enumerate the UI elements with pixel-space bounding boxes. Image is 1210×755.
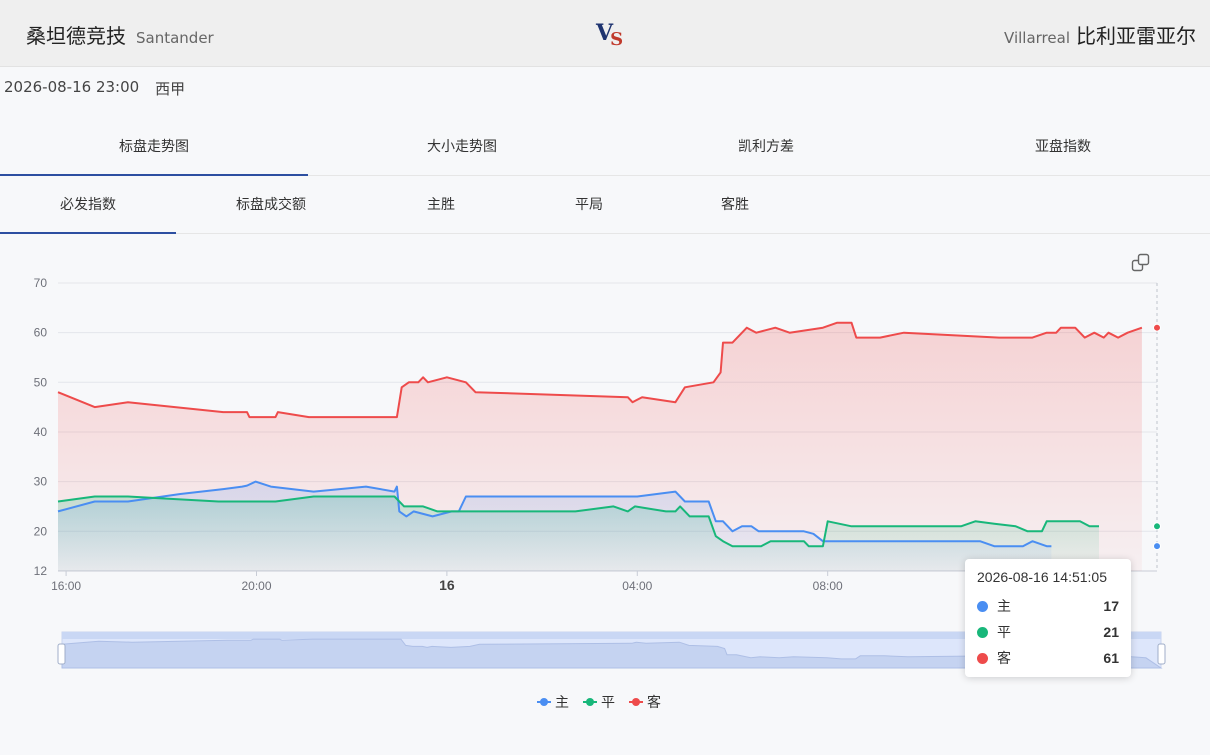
match-info: 2026-08-16 23:00 西甲 [4, 78, 185, 99]
x-tick-label: 16:00 [51, 579, 81, 593]
y-tick-label: 40 [34, 425, 48, 439]
tooltip-name-away: 客 [997, 651, 1011, 667]
tooltip-dot-draw [977, 626, 988, 638]
sub-tabs: 必发指数 标盘成交额 主胜 平局 客胜 [0, 177, 1210, 234]
y-tick-label: 30 [34, 475, 48, 489]
match-datetime: 2026-08-16 23:00 [4, 78, 140, 96]
tooltip-value-home: 17 [1103, 598, 1119, 614]
y-tick-label: 60 [34, 326, 48, 340]
away-team: Villarreal 比利亚雷亚尔 [1004, 20, 1196, 49]
home-team: 桑坦德竞技 Santander [26, 20, 214, 49]
y-tick-label: 50 [34, 375, 48, 389]
x-tick-label: 16 [439, 577, 455, 593]
slider-handle-left[interactable] [57, 643, 66, 665]
legend-marker-home [537, 697, 551, 707]
series-end-point [1153, 542, 1161, 551]
away-team-name-cn: 比利亚雷亚尔 [1076, 24, 1196, 48]
tooltip-row-home: 主 17 [977, 593, 1119, 619]
legend-item-away[interactable]: 客 [629, 692, 661, 712]
series-end-point [1153, 522, 1161, 531]
tooltip-value-away: 61 [1103, 650, 1119, 666]
tab-betfair-index[interactable]: 必发指数 [0, 177, 176, 234]
legend-item-home[interactable]: 主 [537, 692, 569, 712]
x-tick-label: 08:00 [813, 579, 843, 593]
tooltip-dot-away [977, 652, 988, 664]
tooltip-row-away: 客 61 [977, 645, 1119, 671]
legend-label-draw: 平 [601, 695, 615, 711]
tooltip-name-draw: 平 [997, 625, 1011, 641]
tooltip-name-home: 主 [997, 599, 1011, 615]
legend-item-draw[interactable]: 平 [583, 692, 615, 712]
chart-areas [58, 322, 1142, 571]
tab-turnover[interactable]: 标盘成交额 [176, 177, 366, 234]
chart-lines [57, 321, 1161, 551]
y-tick-label: 70 [34, 276, 48, 290]
slider-handle-right[interactable] [1157, 643, 1166, 665]
series-line [57, 321, 1143, 419]
tooltip-value-draw: 21 [1103, 624, 1119, 640]
series-end-point [1153, 323, 1161, 332]
tooltip-time: 2026-08-16 14:51:05 [977, 569, 1107, 585]
away-team-name-en: Villarreal [1004, 29, 1070, 47]
tab-home-win[interactable]: 主胜 [366, 177, 516, 234]
y-tick-label: 12 [34, 564, 48, 578]
tab-over-under-trend[interactable]: 大小走势图 [308, 118, 616, 176]
series-line [57, 495, 1099, 548]
tooltip-dot-home [977, 600, 988, 612]
chart-legend: 主 平 客 [537, 692, 661, 712]
series-area [58, 481, 1052, 571]
tab-kelly-variance[interactable]: 凯利方差 [616, 118, 916, 176]
x-tick-label: 04:00 [622, 579, 652, 593]
main-tabs: 标盘走势图 大小走势图 凯利方差 亚盘指数 [0, 118, 1210, 176]
tab-away-win[interactable]: 客胜 [662, 177, 808, 234]
tab-odds-trend[interactable]: 标盘走势图 [0, 118, 308, 176]
legend-marker-away [629, 697, 643, 707]
chart-tooltip: 2026-08-16 14:51:05 主 17 平 21 客 61 [965, 559, 1131, 677]
x-tick-label: 20:00 [241, 579, 271, 593]
series-area [58, 322, 1142, 571]
vs-logo: VS [596, 20, 623, 50]
legend-label-away: 客 [647, 695, 661, 711]
league-name: 西甲 [155, 80, 186, 98]
tab-asian-handicap[interactable]: 亚盘指数 [916, 118, 1210, 176]
tooltip-row-draw: 平 21 [977, 619, 1119, 645]
restore-icon[interactable] [1131, 253, 1151, 273]
y-axis: 12 20 30 40 50 60 70 [34, 276, 48, 578]
home-team-name-en: Santander [136, 29, 214, 47]
legend-label-home: 主 [555, 695, 569, 711]
chart-grid [58, 282, 1158, 572]
home-team-name-cn: 桑坦德竞技 [26, 24, 126, 48]
y-tick-label: 20 [34, 524, 48, 538]
series-line [57, 480, 1052, 548]
legend-marker-draw [583, 697, 597, 707]
series-area [58, 496, 1099, 571]
match-header: 桑坦德竞技 Santander VS Villarreal 比利亚雷亚尔 [0, 0, 1210, 67]
x-axis: 16:00 20:00 16 04:00 08:00 [51, 571, 843, 593]
tab-draw[interactable]: 平局 [516, 177, 662, 234]
